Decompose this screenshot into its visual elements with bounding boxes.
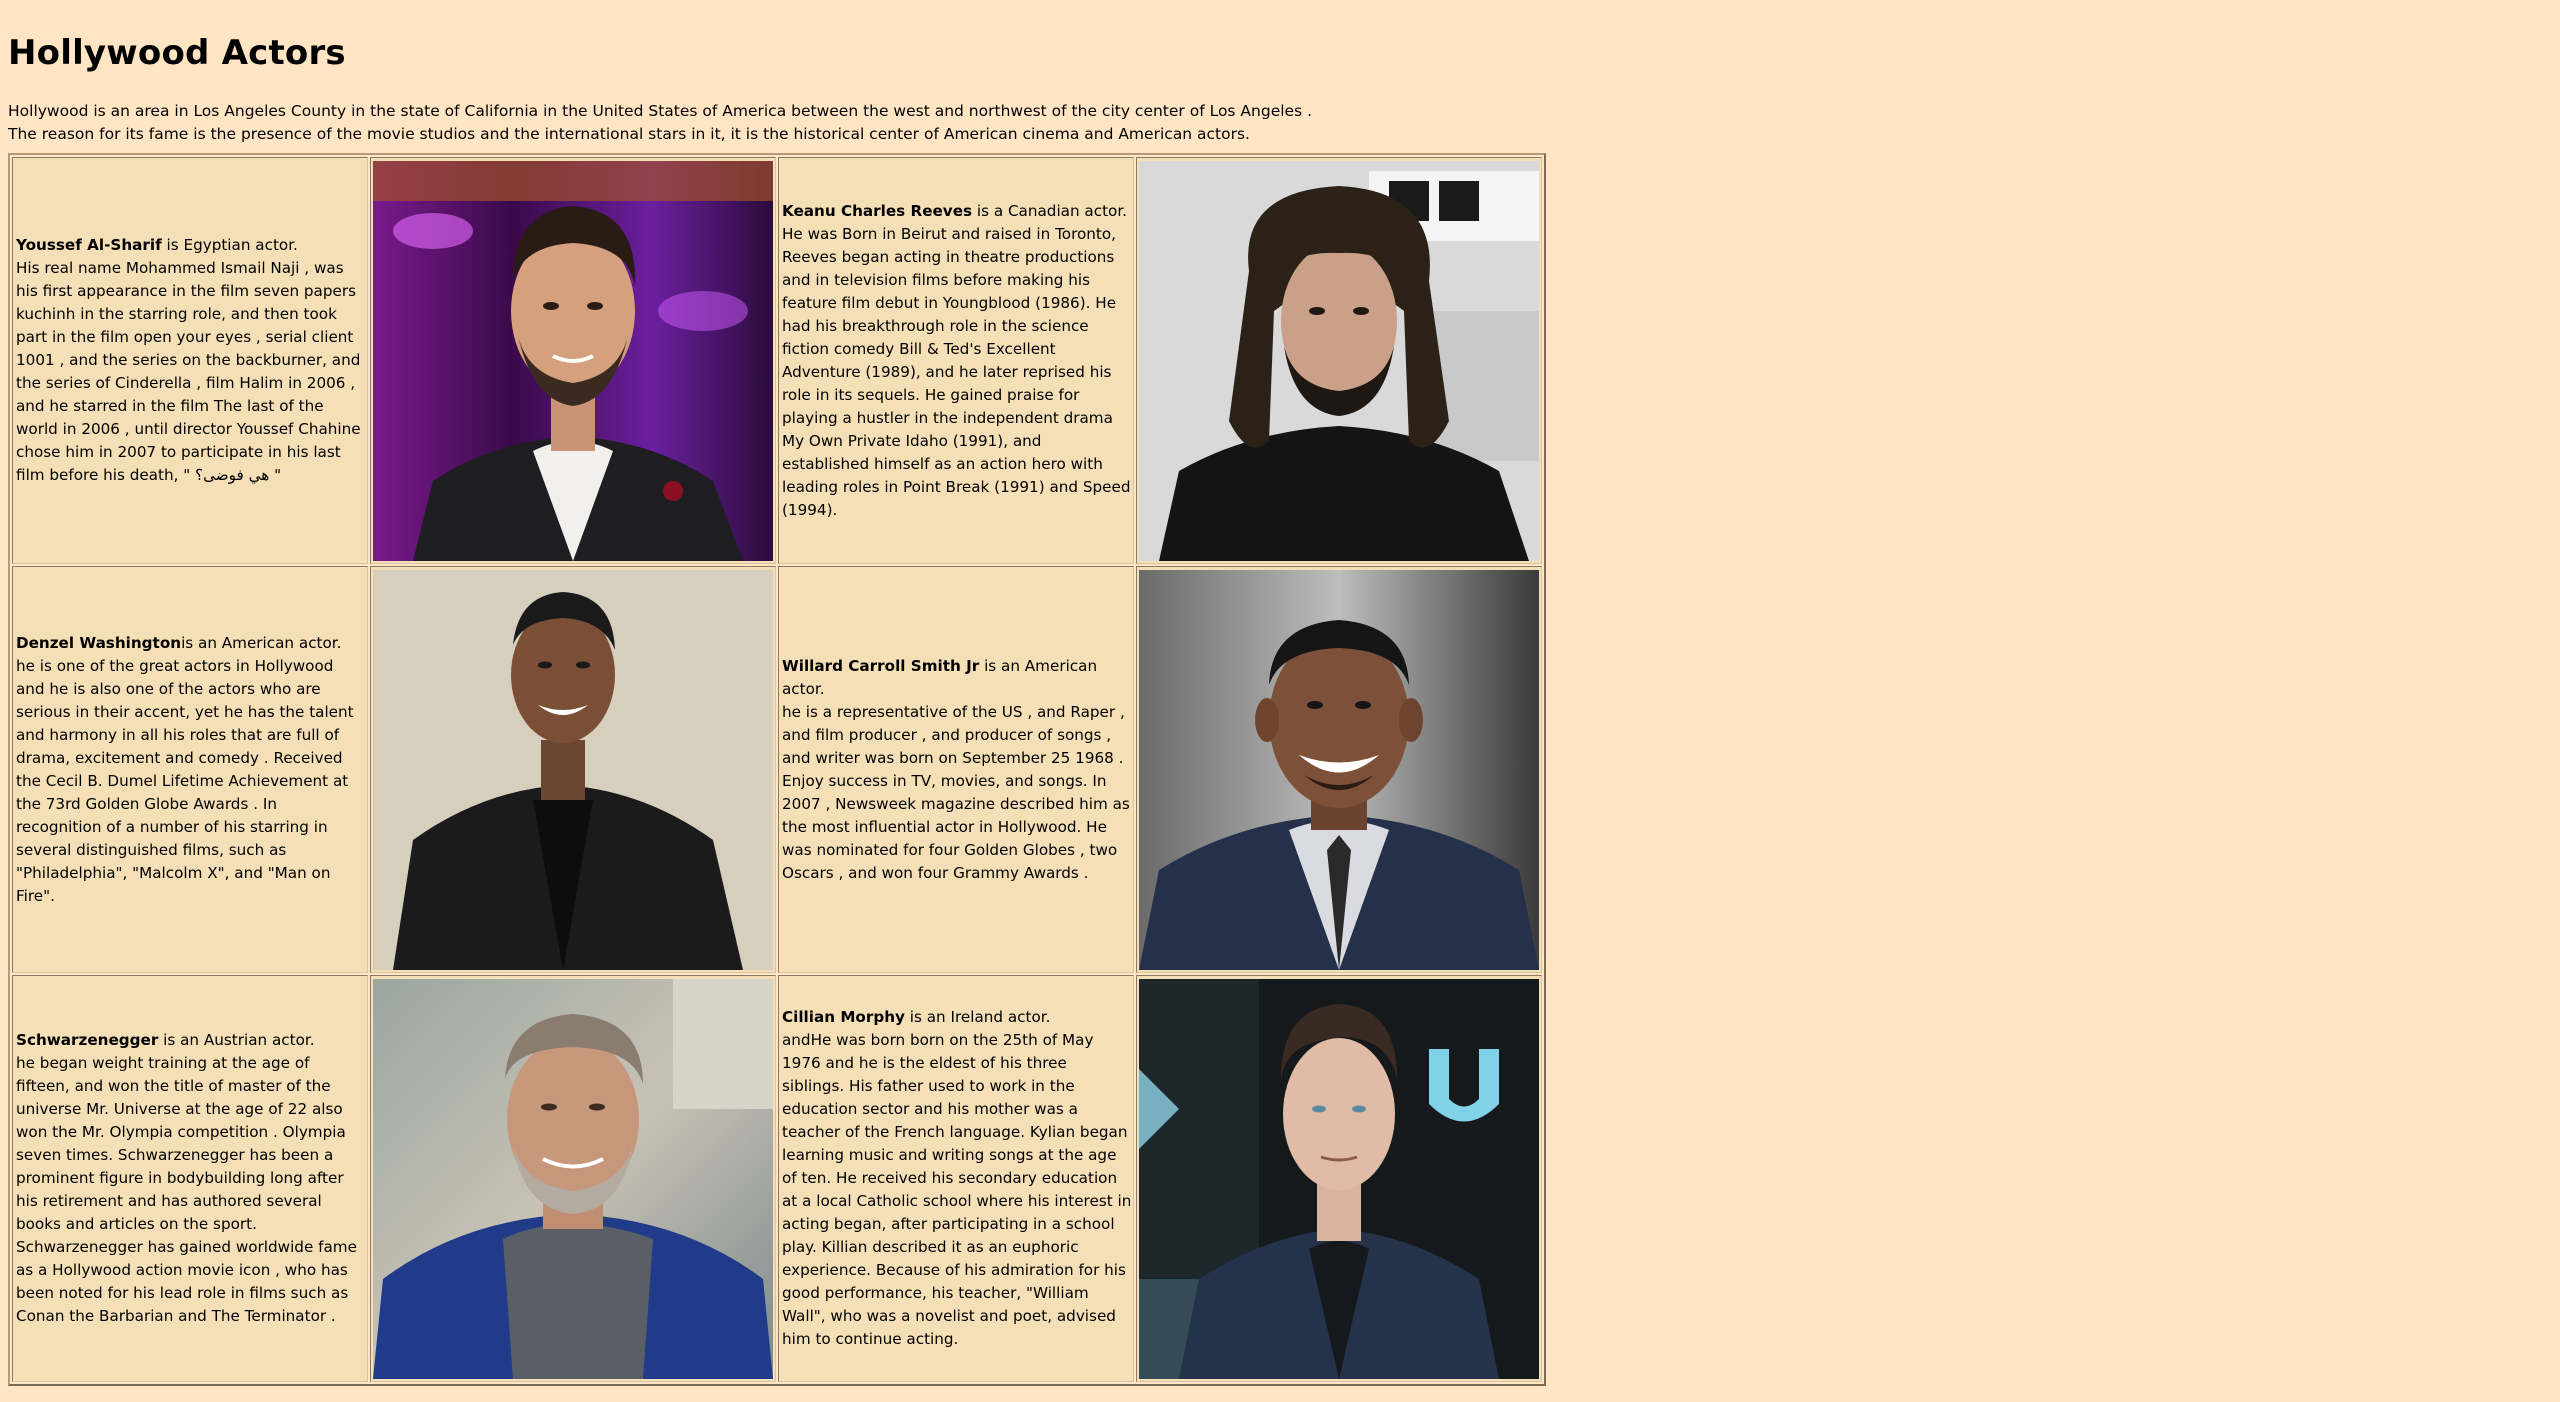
actor-bio-cell: Denzel Washingtonis an American actor. h…: [12, 566, 368, 973]
actors-table: Youssef Al-Sharif is Egyptian actor. His…: [8, 153, 1546, 1386]
actor-tagline: is Egyptian actor.: [161, 236, 298, 254]
actor-tagline: is an American actor.: [181, 633, 342, 652]
actor-tagline: is a Canadian actor.: [972, 201, 1127, 220]
actor-photo-cell: [370, 157, 776, 564]
actor-bio: he began weight training at the age of f…: [16, 1054, 357, 1325]
actor-photo: [373, 978, 773, 1379]
actor-name: Keanu Charles Reeves: [782, 201, 973, 220]
page: Hollywood Actors Hollywood is an area in…: [0, 0, 2560, 1402]
portrait-image: [1139, 569, 1539, 970]
intro-line-1: Hollywood is an area in Los Angeles Coun…: [8, 102, 1313, 120]
actor-photo: [1139, 160, 1539, 561]
actor-bio-cell: Youssef Al-Sharif is Egyptian actor. His…: [12, 157, 368, 564]
actor-bio: he is a representative of the US , and R…: [782, 702, 1130, 882]
portrait-image: [373, 978, 773, 1379]
portrait-image: [373, 569, 773, 970]
portrait-image: [1139, 160, 1539, 561]
actor-name: Willard Carroll Smith Jr: [782, 656, 980, 675]
actor-bio-cell: Cillian Morphy is an Ireland actor. andH…: [778, 975, 1134, 1382]
table-row: Denzel Washingtonis an American actor. h…: [12, 566, 1542, 973]
portrait-image: [1139, 978, 1539, 1379]
actor-bio: he is one of the great actors in Hollywo…: [16, 656, 354, 905]
actor-bio-cell: Keanu Charles Reeves is a Canadian actor…: [778, 157, 1134, 564]
actor-tagline: is an Ireland actor.: [904, 1008, 1051, 1026]
actor-photo-cell: [1136, 566, 1542, 973]
portrait-image: [373, 160, 773, 561]
actor-photo: [373, 160, 773, 561]
actor-bio: andHe was born born on the 25th of May 1…: [782, 1031, 1132, 1348]
actor-photo-cell: [1136, 157, 1542, 564]
intro-paragraph: Hollywood is an area in Los Angeles Coun…: [8, 100, 2552, 146]
actor-name: Schwarzenegger: [16, 1031, 159, 1049]
actor-bio: His real name Mohammed Ismail Naji , was…: [16, 259, 361, 484]
actor-name: Denzel Washington: [16, 633, 182, 652]
actor-photo-cell: [370, 975, 776, 1382]
actor-name: Youssef Al-Sharif: [16, 236, 162, 254]
intro-line-2: The reason for its fame is the presence …: [8, 125, 1250, 143]
actor-bio: He was Born in Beirut and raised in Toro…: [782, 224, 1131, 519]
table-row: Schwarzenegger is an Austrian actor. he …: [12, 975, 1542, 1382]
actor-photo: [1139, 978, 1539, 1379]
page-title: Hollywood Actors: [8, 33, 346, 73]
actor-photo: [1139, 569, 1539, 970]
actor-photo-cell: [1136, 975, 1542, 1382]
table-row: Youssef Al-Sharif is Egyptian actor. His…: [12, 157, 1542, 564]
actor-name: Cillian Morphy: [782, 1008, 905, 1026]
actor-tagline: is an Austrian actor.: [158, 1031, 315, 1049]
actor-bio-cell: Willard Carroll Smith Jr is an American …: [778, 566, 1134, 973]
actor-photo: [373, 569, 773, 970]
actor-bio-cell: Schwarzenegger is an Austrian actor. he …: [12, 975, 368, 1382]
actor-photo-cell: [370, 566, 776, 973]
